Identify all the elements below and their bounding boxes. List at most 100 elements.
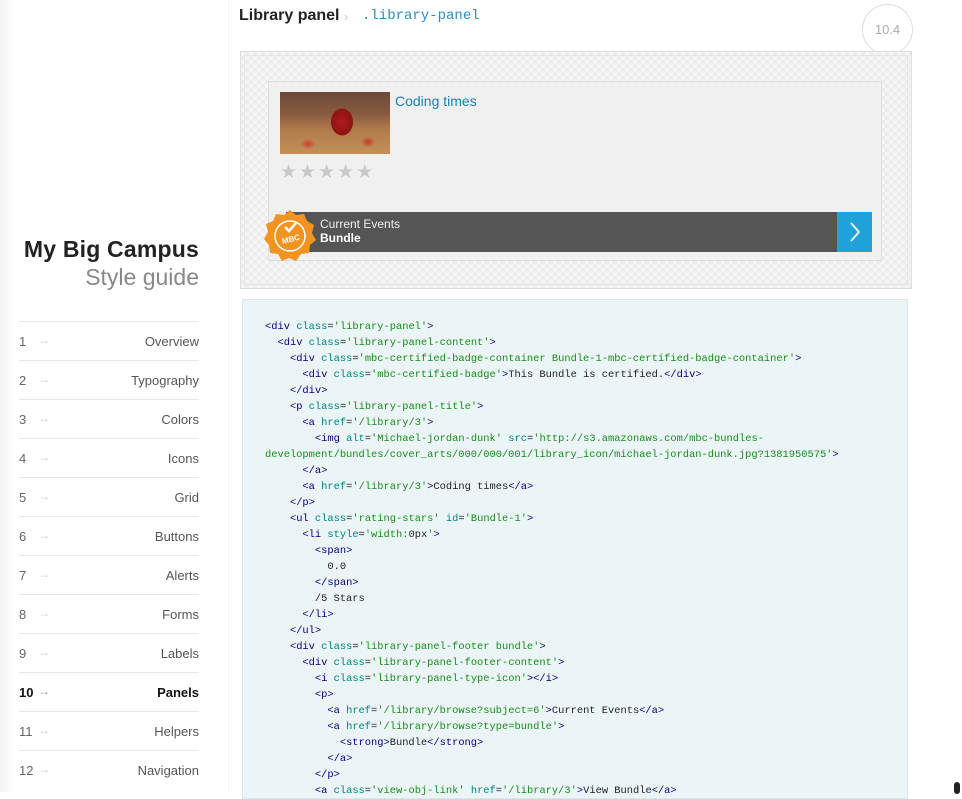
cover-art-image[interactable] (280, 92, 390, 154)
code-line: <p class='library-panel-title'> (289, 401, 484, 413)
panel-title-link[interactable]: Coding times (395, 93, 477, 109)
section-number-badge: 10.4 (862, 4, 913, 55)
sidebar-item-icons[interactable]: 4 → Icons (19, 438, 199, 477)
code-line: </li> (302, 609, 334, 621)
sidebar-item-navigation[interactable]: 12 → Navigation (19, 750, 199, 789)
arrow-right-icon: → (38, 489, 50, 503)
code-line: <a href='/library/browse?subject=6'>Curr… (327, 705, 665, 717)
arrow-right-icon: → (38, 762, 50, 776)
code-line: <li style='width:0px'> (302, 529, 440, 541)
code-line: <div class='mbc-certified-badge'>This Bu… (302, 369, 702, 381)
sidebar-item-label: Alerts (165, 568, 199, 583)
star-icon: ★ (299, 162, 317, 183)
code-line: 0.0 (265, 561, 347, 573)
sidebar-nav: 1 → Overview 2 → Typography 3 → Colors 4 → Icons 5 → G… (19, 321, 199, 789)
arrow-right-icon: → (38, 606, 50, 620)
code-line: <div class='library-panel-footer bundle'… (289, 641, 546, 653)
mbc-certified-badge-icon: MBC (261, 207, 319, 265)
code-line: development/bundles/cover_arts/000/000/0… (265, 449, 839, 461)
sidebar-item-number: 8 (19, 607, 27, 622)
arrow-right-icon: → (38, 567, 50, 581)
chevron-right-icon (849, 222, 860, 242)
code-line: <a href='/library/3'>Coding times</a> (302, 481, 534, 493)
library-panel: Coding times ★ ★ ★ ★ ★ Current Events Bundle… (264, 81, 882, 261)
sidebar-item-label: Buttons (154, 529, 199, 544)
code-line: <a class='view-obj-link' href='/library/… (314, 785, 677, 797)
code-line: </ul> (289, 625, 322, 637)
section-css-class: .library-panel (362, 8, 480, 24)
sidebar-item-label: Labels (160, 646, 199, 661)
arrow-right-icon: → (38, 684, 50, 698)
code-line: <div class='library-panel-content'> (277, 337, 496, 349)
code-line: <strong>Bundle</strong> (339, 737, 484, 749)
sidebar-item-alerts[interactable]: 7 → Alerts (19, 555, 199, 594)
code-sample: <div class='library-panel'> <div class='… (242, 299, 908, 799)
sidebar-item-number: 3 (19, 412, 27, 427)
code-line: <p> (314, 689, 334, 701)
sidebar: My Big Campus Style guide 1 → Overview 2 → Ty… (0, 0, 228, 792)
sidebar-item-number: 12 (19, 763, 34, 778)
arrow-right-icon: → (38, 645, 50, 659)
brand-title: My Big Campus (23, 236, 199, 262)
star-icon: ★ (280, 162, 298, 183)
code-line: </a> (302, 465, 328, 477)
code-line: <i class='library-panel-type-icon'></i> (314, 673, 559, 685)
code-line: </p> (314, 769, 340, 781)
sidebar-item-label: Overview (144, 334, 199, 349)
section-title: Library panel (239, 7, 340, 24)
sidebar-item-typography[interactable]: 2 → Typography (19, 360, 199, 399)
sidebar-item-label: Colors (161, 412, 199, 427)
sidebar-item-grid[interactable]: 5 → Grid (19, 477, 199, 516)
code-line: <a href='/library/browse?type=bundle'> (327, 721, 565, 733)
arrow-right-icon: → (38, 723, 50, 737)
code-line: <div class='mbc-certified-badge-containe… (289, 353, 802, 365)
sidebar-item-number: 2 (19, 373, 27, 388)
sidebar-item-number: 5 (19, 490, 27, 505)
code-line: <div class='library-panel-footer-content… (302, 657, 565, 669)
sidebar-item-label: Typography (131, 373, 199, 388)
breadcrumb-separator: › (344, 9, 349, 24)
arrow-right-icon: → (38, 450, 50, 464)
arrow-right-icon: → (38, 372, 50, 386)
code-line: </p> (289, 497, 315, 509)
type-link[interactable]: Bundle (320, 231, 361, 245)
code-line: <span> (314, 545, 353, 557)
code-line: <a href='/library/3'> (302, 417, 434, 429)
sidebar-item-number: 9 (19, 646, 27, 661)
sidebar-item-helpers[interactable]: 11 → Helpers (19, 711, 199, 750)
subject-link[interactable]: Current Events (320, 217, 400, 231)
code-lines: <div class='library-panel'> <div class='… (265, 319, 899, 798)
sidebar-item-labels[interactable]: 9 → Labels (19, 633, 199, 672)
sidebar-item-number: 11 (19, 724, 33, 739)
view-bundle-button[interactable] (837, 212, 872, 252)
code-line: <ul class='rating-stars' id='Bundle-1'> (289, 513, 534, 525)
code-line: </div> (289, 385, 328, 397)
scrollbar-thumb[interactable] (954, 782, 960, 794)
sidebar-item-colors[interactable]: 3 → Colors (19, 399, 199, 438)
sidebar-item-label: Grid (174, 490, 199, 505)
sidebar-item-number: 10 (19, 685, 34, 700)
sidebar-item-label: Helpers (154, 724, 199, 739)
sidebar-item-forms[interactable]: 8 → Forms (19, 594, 199, 633)
arrow-right-icon: → (38, 333, 50, 347)
star-icon: ★ (337, 162, 355, 183)
code-line: <div class='library-panel'> (265, 321, 434, 333)
code-line: </span> (314, 577, 359, 589)
rating-stars: ★ ★ ★ ★ ★ (280, 162, 374, 183)
sidebar-item-overview[interactable]: 1 → Overview (19, 321, 199, 360)
sidebar-item-number: 4 (19, 451, 27, 466)
code-line: </a> (327, 753, 353, 765)
sidebar-item-label: Navigation (137, 763, 199, 778)
sidebar-item-buttons[interactable]: 6 → Buttons (19, 516, 199, 555)
sidebar-item-number: 6 (19, 529, 27, 544)
code-line: /5 Stars (265, 593, 365, 605)
arrow-right-icon: → (38, 411, 50, 425)
star-icon: ★ (356, 162, 374, 183)
sidebar-item-number: 1 (19, 334, 27, 349)
star-icon: ★ (318, 162, 336, 183)
sidebar-item-number: 7 (19, 568, 27, 583)
sidebar-item-label: Icons (167, 451, 199, 466)
sidebar-item-label: Forms (162, 607, 199, 622)
sidebar-item-label: Panels (157, 685, 199, 700)
sidebar-item-panels[interactable]: 10 → Panels (19, 672, 199, 711)
